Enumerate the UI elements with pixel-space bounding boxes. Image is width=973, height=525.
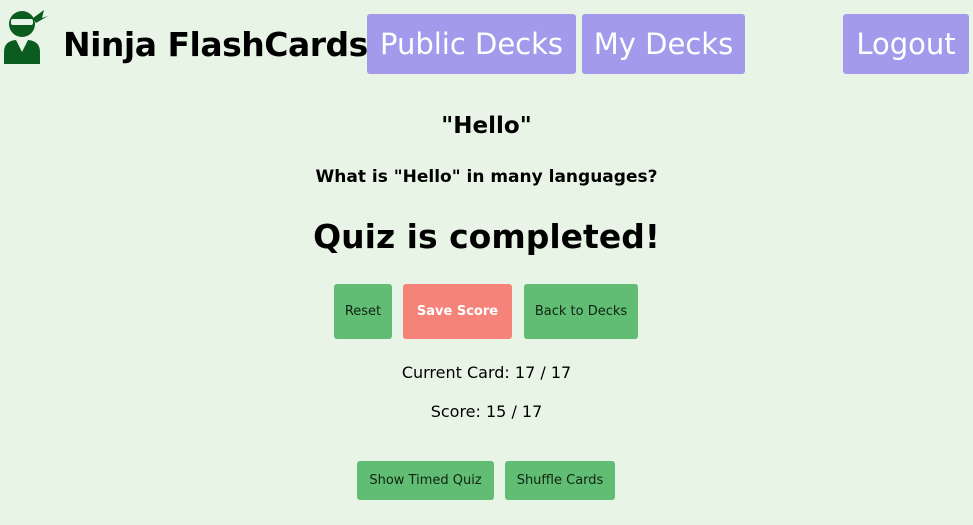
back-to-decks-button[interactable]: Back to Decks	[524, 284, 638, 339]
public-decks-button[interactable]: Public Decks	[367, 14, 576, 74]
quiz-status: Quiz is completed!	[313, 217, 660, 256]
my-decks-button[interactable]: My Decks	[582, 14, 745, 74]
logout-button[interactable]: Logout	[843, 14, 969, 74]
shuffle-cards-button[interactable]: Shuffle Cards	[505, 461, 615, 500]
deck-description: What is "Hello" in many languages?	[315, 167, 658, 187]
show-timed-quiz-button[interactable]: Show Timed Quiz	[357, 461, 494, 500]
score-counter: Score: 15 / 17	[430, 402, 543, 421]
deck-title: "Hello"	[441, 113, 532, 139]
top-navbar: Ninja FlashCards Public Decks My Decks L…	[0, 0, 973, 80]
ninja-icon[interactable]	[2, 6, 54, 64]
reset-button[interactable]: Reset	[334, 284, 392, 339]
brand-title[interactable]: Ninja FlashCards	[63, 22, 368, 68]
save-score-button[interactable]: Save Score	[403, 284, 512, 339]
current-card-counter: Current Card: 17 / 17	[401, 363, 572, 382]
